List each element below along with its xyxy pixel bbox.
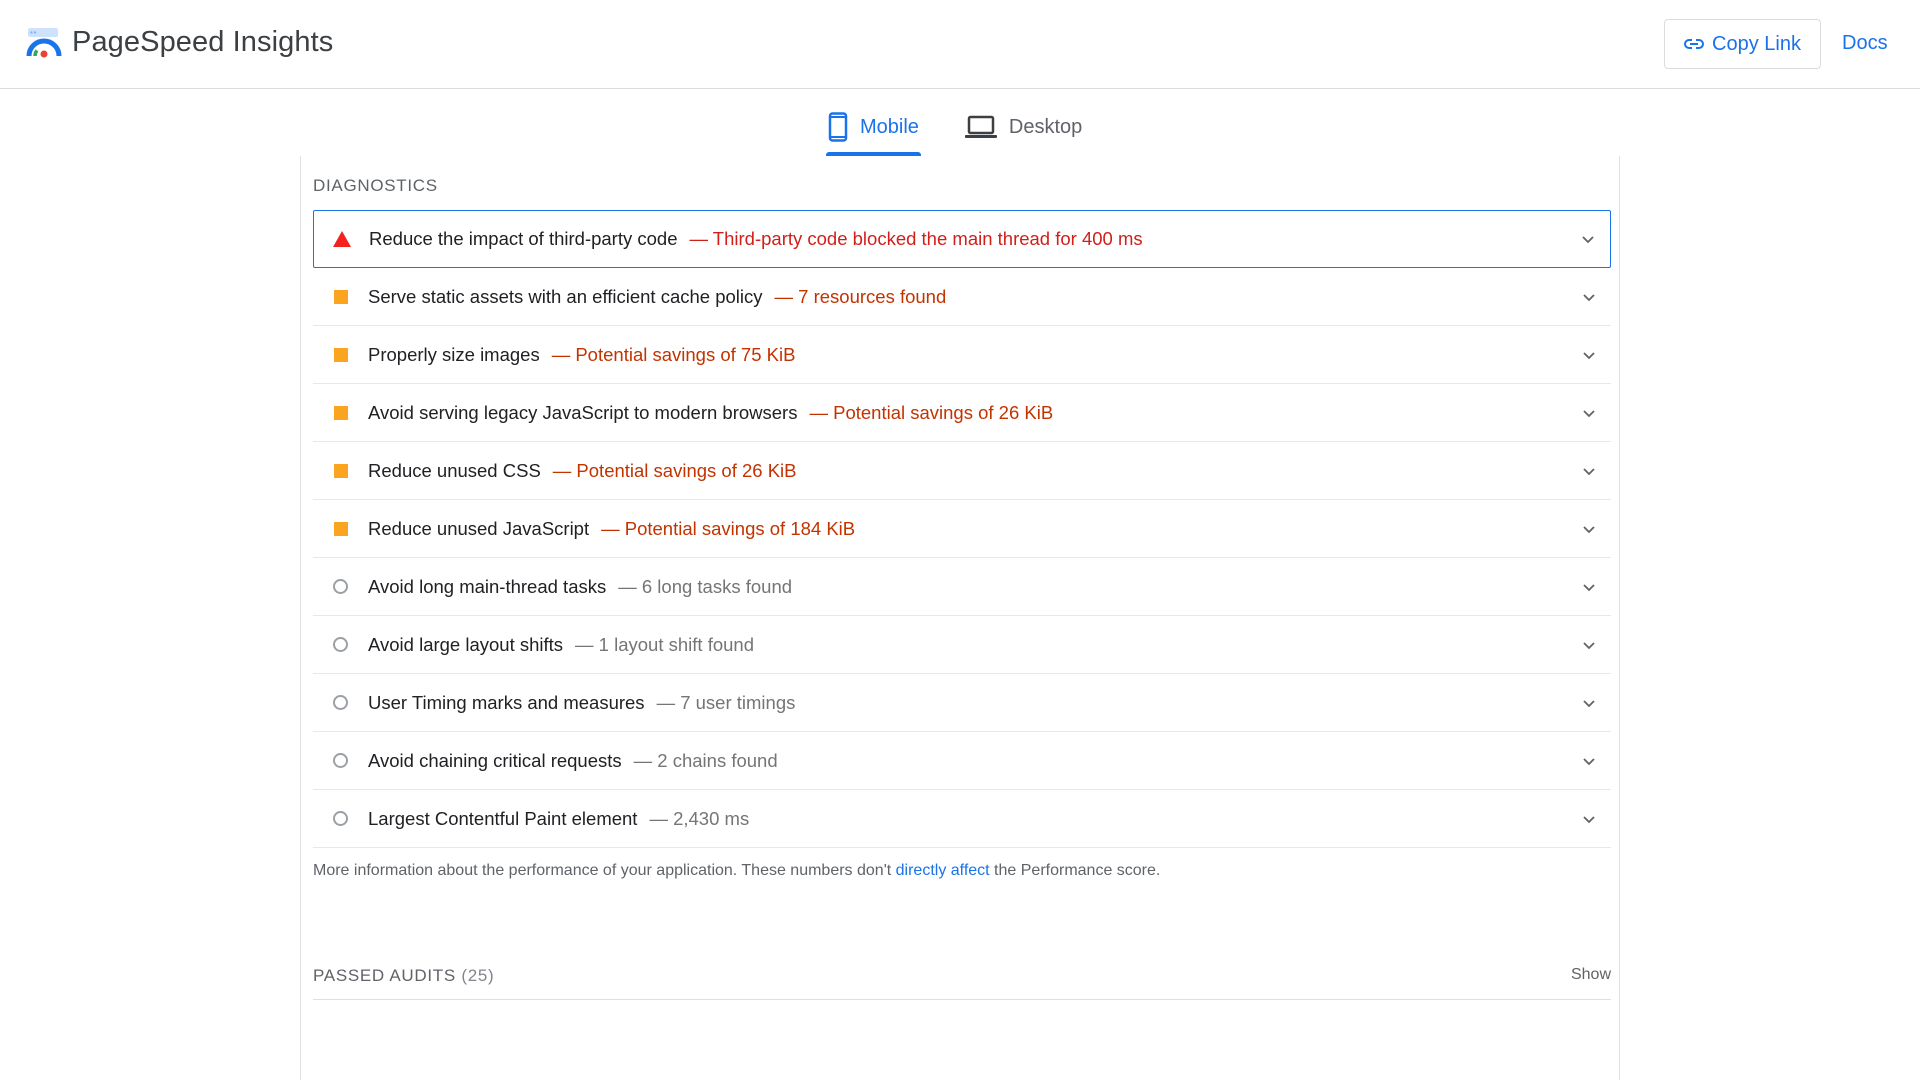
audit-detail: — Third-party code blocked the main thre…: [689, 228, 1143, 249]
chevron-down-icon[interactable]: [1581, 637, 1597, 653]
tab-mobile-label: Mobile: [860, 115, 919, 138]
average-square-icon: [333, 521, 348, 536]
audit-detail: — Potential savings of 26 KiB: [552, 459, 797, 481]
audit-title: User Timing marks and measures: [368, 691, 645, 713]
audit-title: Reduce unused JavaScript: [368, 517, 590, 539]
audit-title: Reduce unused CSS: [368, 459, 541, 481]
top-bar: PageSpeed Insights Copy Link Docs: [0, 0, 1920, 89]
info-circle-icon: [333, 579, 348, 594]
average-square-icon: [333, 289, 348, 304]
chevron-down-icon[interactable]: [1580, 231, 1596, 247]
chevron-down-icon[interactable]: [1581, 753, 1597, 769]
audit-detail: — 2,430 ms: [649, 807, 750, 829]
tab-desktop-label: Desktop: [1008, 115, 1083, 138]
audit-item[interactable]: Avoid long main-thread tasks — 6 long ta…: [313, 558, 1611, 616]
audit-title: Avoid long main-thread tasks: [368, 575, 607, 597]
docs-link[interactable]: Docs: [1842, 32, 1888, 55]
tab-mobile[interactable]: Mobile: [826, 98, 921, 156]
chevron-down-icon[interactable]: [1581, 289, 1597, 305]
passed-audits-title: PASSED AUDITS (25): [313, 966, 494, 986]
audit-title: Largest Contentful Paint element: [368, 807, 638, 829]
audit-title: Avoid chaining critical requests: [368, 749, 622, 771]
laptop-icon: [964, 115, 997, 138]
device-tabs: Mobile Desktop: [826, 98, 1126, 156]
info-prefix: More information about the performance o…: [313, 862, 896, 879]
audit-detail: — Potential savings of 75 KiB: [551, 343, 796, 365]
chevron-down-icon[interactable]: [1581, 347, 1597, 363]
audit-item[interactable]: Avoid chaining critical requests — 2 cha…: [313, 732, 1611, 790]
audit-detail: — 7 resources found: [774, 285, 947, 307]
directly-affect-link[interactable]: directly affect: [896, 862, 990, 879]
info-circle-icon: [333, 695, 348, 710]
link-icon: [1684, 39, 1705, 49]
chevron-down-icon[interactable]: [1581, 695, 1597, 711]
fail-triangle-icon: [332, 231, 351, 247]
tab-desktop[interactable]: Desktop: [963, 98, 1084, 156]
diagnostics-title: DIAGNOSTICS: [313, 176, 438, 195]
audit-item[interactable]: Avoid serving legacy JavaScript to moder…: [313, 384, 1611, 442]
average-square-icon: [333, 463, 348, 478]
diagnostics-info-text: More information about the performance o…: [313, 862, 1160, 880]
info-circle-icon: [333, 811, 348, 826]
audit-title: Avoid serving legacy JavaScript to moder…: [368, 401, 798, 423]
audit-item[interactable]: Serve static assets with an efficient ca…: [313, 268, 1611, 326]
audit-detail: — Potential savings of 184 KiB: [601, 517, 856, 539]
info-suffix: the Performance score.: [989, 862, 1161, 879]
phone-icon: [828, 112, 848, 142]
brand[interactable]: PageSpeed Insights: [26, 24, 333, 60]
audit-item[interactable]: Reduce unused CSS — Potential savings of…: [313, 442, 1611, 500]
audit-detail: — 1 layout shift found: [575, 633, 754, 655]
copy-link-button[interactable]: Copy Link: [1664, 19, 1821, 69]
audit-item[interactable]: Reduce unused JavaScript — Potential sav…: [313, 500, 1611, 558]
audit-item[interactable]: User Timing marks and measures — 7 user …: [313, 674, 1611, 732]
audit-item[interactable]: Reduce the impact of third-party code — …: [313, 210, 1611, 268]
audit-item[interactable]: Properly size images — Potential savings…: [313, 326, 1611, 384]
chevron-down-icon[interactable]: [1581, 579, 1597, 595]
app-name: PageSpeed Insights: [72, 25, 334, 58]
audit-detail: — 2 chains found: [633, 749, 778, 771]
diagnostics-list: Reduce the impact of third-party code — …: [313, 210, 1611, 848]
info-circle-icon: [333, 753, 348, 768]
passed-audits-count: (25): [461, 966, 495, 985]
audit-item[interactable]: Largest Contentful Paint element — 2,430…: [313, 790, 1611, 848]
show-button[interactable]: Show: [1571, 966, 1611, 984]
audit-title: Avoid large layout shifts: [368, 633, 564, 655]
audit-item[interactable]: Avoid large layout shifts — 1 layout shi…: [313, 616, 1611, 674]
audit-title: Reduce the impact of third-party code: [369, 228, 678, 249]
info-circle-icon: [333, 637, 348, 652]
audit-title: Properly size images: [368, 343, 540, 365]
report-panel: DIAGNOSTICS Reduce the impact of third-p…: [300, 156, 1620, 1080]
passed-audits-header[interactable]: PASSED AUDITS (25) Show: [313, 958, 1611, 1000]
passed-audits-label: PASSED AUDITS: [313, 966, 456, 985]
audit-detail: — Potential savings of 26 KiB: [809, 401, 1054, 423]
chevron-down-icon[interactable]: [1581, 521, 1597, 537]
pagespeed-logo-icon: [26, 28, 62, 58]
audit-detail: — 7 user timings: [656, 691, 796, 713]
chevron-down-icon[interactable]: [1581, 811, 1597, 827]
average-square-icon: [333, 405, 348, 420]
average-square-icon: [333, 347, 348, 362]
copy-link-label: Copy Link: [1712, 32, 1801, 55]
audit-detail: — 6 long tasks found: [618, 575, 793, 597]
chevron-down-icon[interactable]: [1581, 463, 1597, 479]
audit-title: Serve static assets with an efficient ca…: [368, 285, 763, 307]
chevron-down-icon[interactable]: [1581, 405, 1597, 421]
